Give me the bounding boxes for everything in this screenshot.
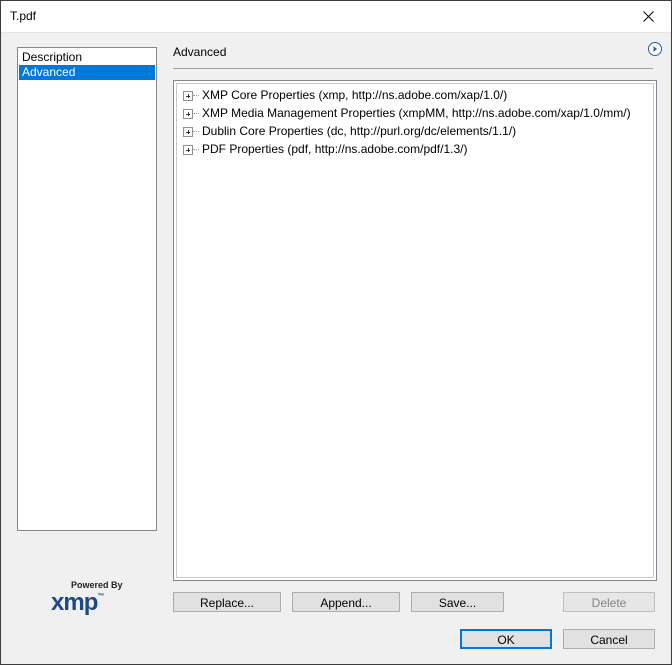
close-icon bbox=[643, 11, 654, 22]
save-button[interactable]: Save... bbox=[411, 592, 504, 612]
replace-button[interactable]: Replace... bbox=[173, 592, 281, 612]
tree-connector bbox=[193, 149, 199, 150]
properties-dialog: T.pdf Description Advanced Powered By xm… bbox=[0, 0, 672, 665]
category-list[interactable]: Description Advanced bbox=[17, 47, 157, 531]
plus-box-icon[interactable] bbox=[183, 145, 193, 155]
append-button[interactable]: Append... bbox=[292, 592, 400, 612]
panel-title: Advanced bbox=[173, 45, 227, 59]
plus-box-icon[interactable] bbox=[183, 127, 193, 137]
plus-box-icon[interactable] bbox=[183, 109, 193, 119]
tree-item-label: PDF Properties (pdf, http://ns.adobe.com… bbox=[202, 142, 468, 156]
tree-item-label: XMP Core Properties (xmp, http://ns.adob… bbox=[202, 88, 508, 102]
window-title: T.pdf bbox=[10, 9, 37, 23]
tree-connector bbox=[193, 131, 199, 132]
tree-inner-frame: XMP Core Properties (xmp, http://ns.adob… bbox=[176, 83, 654, 578]
panel-menu-button[interactable] bbox=[647, 41, 663, 57]
tree-item-label: XMP Media Management Properties (xmpMM, … bbox=[202, 106, 631, 120]
powered-by-xmp-logo: Powered By xmp™ bbox=[49, 580, 129, 616]
sidebar-item-advanced[interactable]: Advanced bbox=[19, 65, 155, 80]
xmp-logo-text: xmp™ bbox=[51, 589, 104, 616]
tree-connector bbox=[193, 95, 199, 96]
title-bar[interactable]: T.pdf bbox=[1, 1, 671, 33]
cancel-button[interactable]: Cancel bbox=[563, 629, 655, 649]
plus-box-icon[interactable] bbox=[183, 91, 193, 101]
panel-title-divider bbox=[173, 68, 653, 69]
properties-tree[interactable]: XMP Core Properties (xmp, http://ns.adob… bbox=[173, 80, 657, 581]
chevron-right-circle-icon bbox=[648, 42, 662, 56]
close-button[interactable] bbox=[625, 1, 671, 32]
delete-button[interactable]: Delete bbox=[563, 592, 655, 612]
tree-connector bbox=[193, 113, 199, 114]
tree-item-label: Dublin Core Properties (dc, http://purl.… bbox=[202, 124, 517, 138]
ok-button[interactable]: OK bbox=[460, 629, 552, 649]
sidebar-item-description[interactable]: Description bbox=[19, 50, 155, 65]
